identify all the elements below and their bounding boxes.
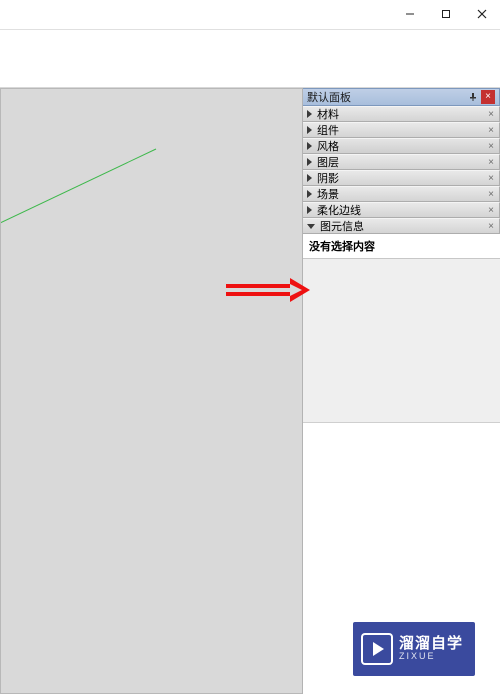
panel-label: 图元信息 — [320, 218, 364, 234]
panel-header-3[interactable]: 图层 × — [303, 154, 500, 170]
panel-label: 风格 — [317, 138, 339, 154]
triangle-right-icon — [307, 174, 312, 182]
tray-title: 默认面板 — [307, 89, 351, 105]
watermark-line2: ZIXUE — [399, 652, 463, 662]
tray-close-icon[interactable]: × — [481, 90, 495, 104]
panel-close-icon[interactable]: × — [485, 156, 497, 168]
play-icon — [361, 633, 393, 665]
panel-close-icon[interactable]: × — [485, 220, 497, 232]
panel-close-icon[interactable]: × — [485, 172, 497, 184]
panel-header-7[interactable]: 图元信息 × — [303, 218, 500, 234]
panel-header-1[interactable]: 组件 × — [303, 122, 500, 138]
toolbar-area — [0, 30, 500, 88]
panel-close-icon[interactable]: × — [485, 140, 497, 152]
annotation-arrow — [224, 278, 310, 302]
triangle-right-icon — [307, 206, 312, 214]
green-axis-line — [1, 89, 302, 693]
tray-pin-icon[interactable] — [466, 90, 480, 104]
default-tray: 默认面板 × 材料 × 组件 × 风格 × 图层 × 阴影 × 场景 × 柔化边线 × 图元信息 × 没有选择内… — [302, 88, 500, 694]
panel-label: 组件 — [317, 122, 339, 138]
panel-close-icon[interactable]: × — [485, 124, 497, 136]
panel-header-2[interactable]: 风格 × — [303, 138, 500, 154]
triangle-right-icon — [307, 110, 312, 118]
window-titlebar — [0, 0, 500, 30]
panel-label: 图层 — [317, 154, 339, 170]
panel-close-icon[interactable]: × — [485, 188, 497, 200]
panel-label: 场景 — [317, 186, 339, 202]
panel-label: 材料 — [317, 106, 339, 122]
panel-label: 阴影 — [317, 170, 339, 186]
tray-header[interactable]: 默认面板 × — [303, 88, 500, 106]
watermark-badge: 溜溜自学 ZIXUE — [353, 622, 475, 676]
panel-header-5[interactable]: 场景 × — [303, 186, 500, 202]
triangle-right-icon — [307, 142, 312, 150]
panel-label: 柔化边线 — [317, 202, 361, 218]
panel-close-icon[interactable]: × — [485, 204, 497, 216]
main-area: 默认面板 × 材料 × 组件 × 风格 × 图层 × 阴影 × 场景 × 柔化边线 × 图元信息 × 没有选择内… — [0, 88, 500, 694]
window-minimize-button[interactable] — [392, 4, 428, 24]
watermark-line1: 溜溜自学 — [399, 636, 463, 653]
panel-header-0[interactable]: 材料 × — [303, 106, 500, 122]
triangle-right-icon — [307, 158, 312, 166]
triangle-down-icon — [307, 224, 315, 229]
window-close-button[interactable] — [464, 4, 500, 24]
triangle-right-icon — [307, 190, 312, 198]
panel-header-6[interactable]: 柔化边线 × — [303, 202, 500, 218]
window-maximize-button[interactable] — [428, 4, 464, 24]
entity-info-content: 没有选择内容 — [303, 234, 500, 259]
tray-empty-area — [303, 259, 500, 422]
viewport-3d[interactable] — [0, 88, 302, 694]
panel-header-4[interactable]: 阴影 × — [303, 170, 500, 186]
triangle-right-icon — [307, 126, 312, 134]
panel-close-icon[interactable]: × — [485, 108, 497, 120]
